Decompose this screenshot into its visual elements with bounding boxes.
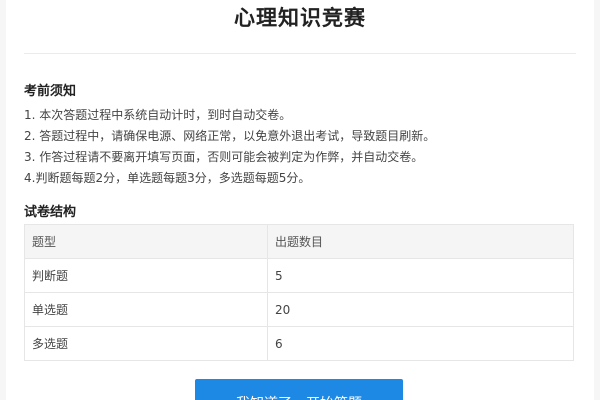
- notice-heading: 考前须知: [24, 84, 77, 99]
- exam-structure-table: 题型 出题数目 判断题 5 单选题 20 多选题 6: [24, 224, 574, 361]
- question-count-cell: 20: [267, 292, 574, 327]
- question-type-cell: 多选题: [24, 326, 268, 361]
- notice-list: 1. 本次答题过程中系统自动计时，到时自动交卷。 2. 答题过程中，请确保电源、…: [24, 105, 584, 189]
- notice-item: 3. 作答过程请不要离开填写页面，否则可能会被判定为作弊，并自动交卷。: [24, 150, 424, 164]
- question-type-cell: 单选题: [24, 292, 268, 327]
- structure-heading: 试卷结构: [24, 205, 77, 220]
- column-header-type: 题型: [24, 224, 268, 259]
- table-row: 判断题 5: [24, 258, 574, 293]
- title-divider: [24, 53, 576, 54]
- question-type-cell: 判断题: [24, 258, 268, 293]
- question-count-cell: 5: [267, 258, 574, 293]
- start-exam-button[interactable]: 我知道了，开始答题: [195, 379, 403, 400]
- table-header-row: 题型 出题数目: [24, 224, 574, 259]
- table-row: 多选题 6: [24, 326, 574, 361]
- exam-intro-page: 心理知识竞赛 考前须知 1. 本次答题过程中系统自动计时，到时自动交卷。 2. …: [6, 0, 594, 400]
- notice-item: 4.判断题每题2分，单选题每题3分，多选题每题5分。: [24, 171, 311, 185]
- table-row: 单选题 20: [24, 292, 574, 327]
- page-title: 心理知识竞赛: [234, 6, 366, 30]
- column-header-count: 出题数目: [267, 224, 574, 259]
- notice-item: 2. 答题过程中，请确保电源、网络正常，以免意外退出考试，导致题目刷新。: [24, 129, 436, 143]
- notice-item: 1. 本次答题过程中系统自动计时，到时自动交卷。: [24, 108, 292, 122]
- question-count-cell: 6: [267, 326, 574, 361]
